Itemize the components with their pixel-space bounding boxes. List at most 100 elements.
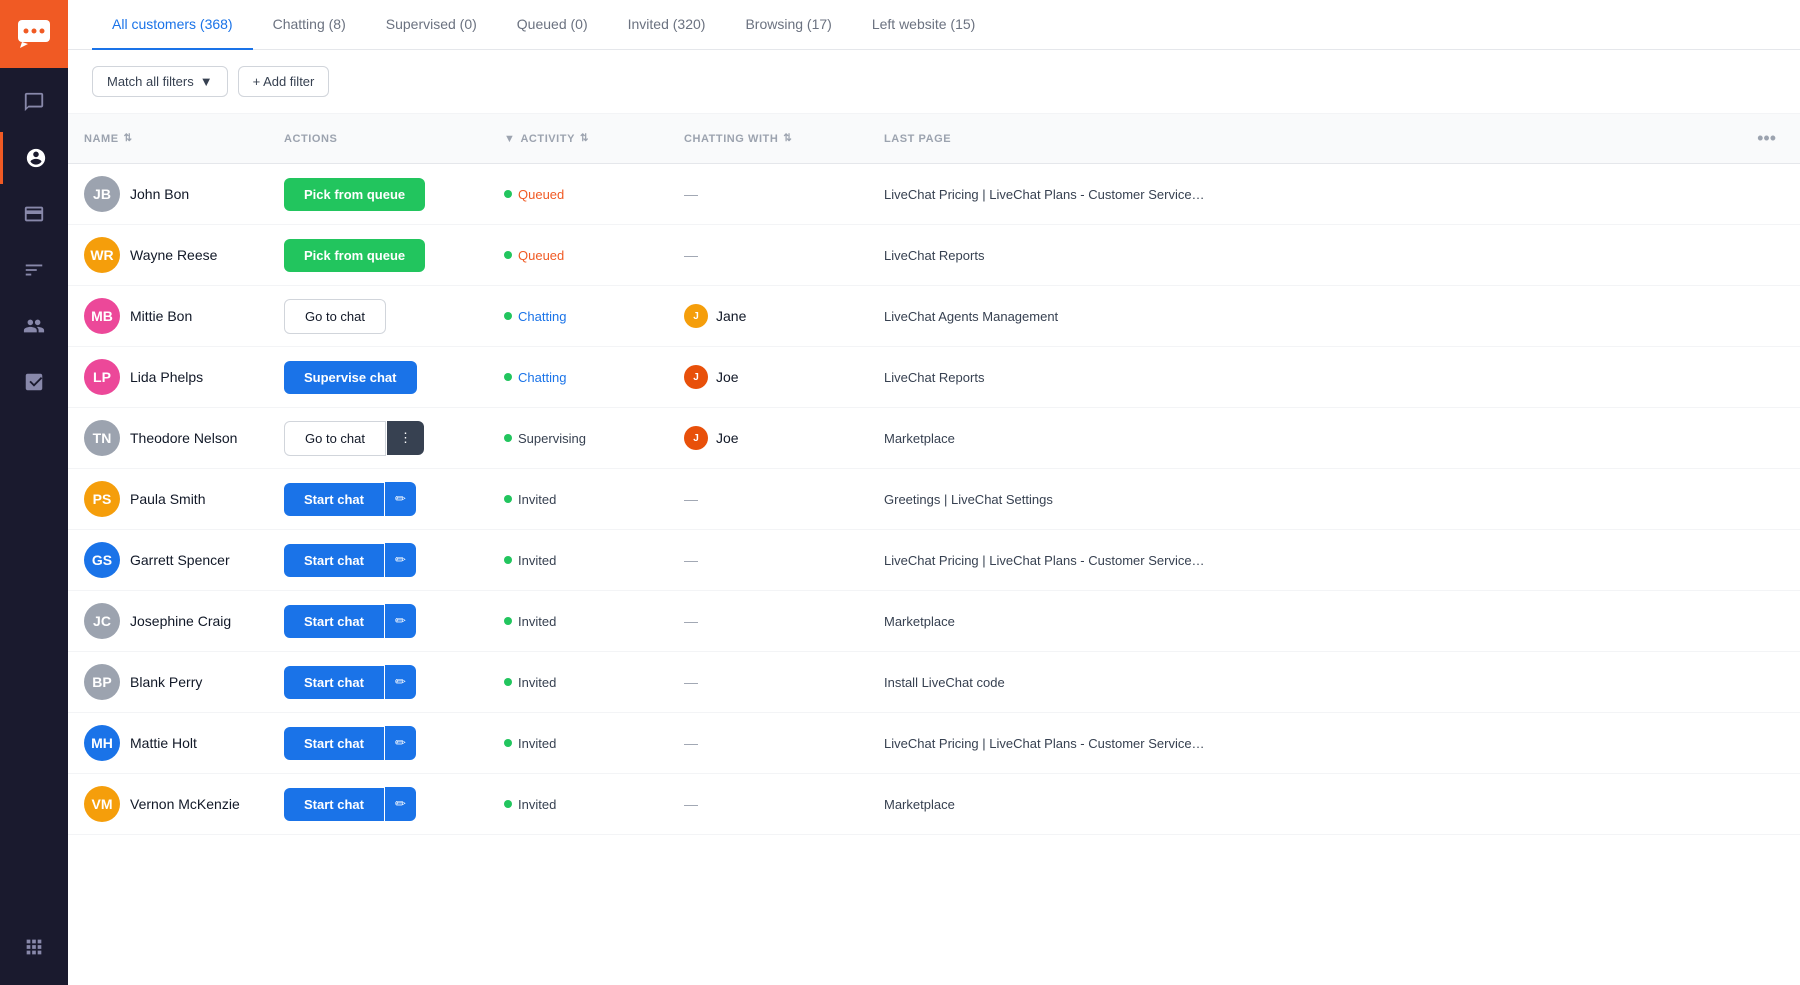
table-row: BP Blank Perry Start chat ✏ Invited —Ins… (68, 652, 1800, 713)
chatting-with-cell: — (668, 774, 868, 835)
name-sort-icon[interactable]: ⇅ (124, 133, 133, 144)
sidebar-item-customers[interactable] (0, 132, 68, 184)
name-cell: PS Paula Smith (68, 469, 268, 530)
tab-invited[interactable]: Invited (320) (608, 0, 726, 50)
row-extra-cell (1733, 286, 1800, 347)
tab-queued[interactable]: Queued (0) (497, 0, 608, 50)
row-extra-cell (1733, 774, 1800, 835)
supervise-chat-button[interactable]: Supervise chat (284, 361, 417, 394)
activity-status: Queued (504, 248, 652, 263)
customers-table-container: NAME ⇅ ACTIONS ▼ ACTIVITY ⇅ (68, 114, 1800, 985)
chatting-with-cell: — (668, 652, 868, 713)
row-extra-cell (1733, 408, 1800, 469)
activity-status: Invited (504, 492, 652, 507)
name-cell: MB Mittie Bon (68, 286, 268, 347)
sidebar-item-tickets[interactable] (0, 188, 68, 240)
sidebar-item-campaigns[interactable] (0, 244, 68, 296)
customer-name[interactable]: Lida Phelps (130, 369, 203, 385)
no-agent: — (684, 735, 698, 751)
start-chat-group: Start chat ✏ (284, 726, 472, 760)
activity-label: Invited (518, 614, 556, 629)
edit-chat-button[interactable]: ✏ (385, 726, 416, 760)
chatting-with-cell: J Joe (668, 408, 868, 469)
activity-cell: Invited (488, 774, 668, 835)
tab-chatting[interactable]: Chatting (8) (253, 0, 366, 50)
last-page-text: LiveChat Pricing | LiveChat Plans - Cust… (884, 553, 1205, 568)
activity-status: Invited (504, 797, 652, 812)
customer-name[interactable]: Theodore Nelson (130, 430, 237, 446)
col-activity: ▼ ACTIVITY ⇅ (488, 114, 668, 164)
table-row: MB Mittie Bon Go to chat Chatting J Jane… (68, 286, 1800, 347)
start-chat-button[interactable]: Start chat (284, 727, 384, 760)
row-extra-cell (1733, 591, 1800, 652)
add-filter-button[interactable]: + Add filter (238, 66, 330, 97)
start-chat-button[interactable]: Start chat (284, 544, 384, 577)
sidebar-logo[interactable] (0, 0, 68, 68)
last-page-text: LiveChat Reports (884, 248, 984, 263)
status-dot (504, 556, 512, 564)
sidebar-nav (0, 68, 68, 408)
chatting-sort-icon[interactable]: ⇅ (783, 133, 792, 144)
customer-name[interactable]: Paula Smith (130, 491, 205, 507)
customer-name[interactable]: Vernon McKenzie (130, 796, 240, 812)
edit-chat-button[interactable]: ✏ (385, 665, 416, 699)
status-dot (504, 495, 512, 503)
activity-label: Invited (518, 736, 556, 751)
activity-status: Invited (504, 553, 652, 568)
start-chat-group: Start chat ✏ (284, 604, 472, 638)
goto-extra-button[interactable]: ⋮ (387, 421, 424, 455)
customers-icon (25, 147, 47, 169)
last-page-text: Greetings | LiveChat Settings (884, 492, 1053, 507)
customer-name[interactable]: John Bon (130, 186, 189, 202)
tab-left[interactable]: Left website (15) (852, 0, 996, 50)
avatar: JB (84, 176, 120, 212)
start-chat-button[interactable]: Start chat (284, 666, 384, 699)
tab-all[interactable]: All customers (368) (92, 0, 253, 50)
more-options-button[interactable]: ••• (1749, 124, 1784, 153)
customer-name[interactable]: Blank Perry (130, 674, 202, 690)
tab-supervised[interactable]: Supervised (0) (366, 0, 497, 50)
customer-name[interactable]: Wayne Reese (130, 247, 217, 263)
activity-label: Invited (518, 492, 556, 507)
sidebar-item-chat[interactable] (0, 76, 68, 128)
tab-browsing[interactable]: Browsing (17) (725, 0, 851, 50)
customer-name[interactable]: Josephine Craig (130, 613, 231, 629)
match-filter-button[interactable]: Match all filters ▼ (92, 66, 228, 97)
agent-name: Jane (716, 308, 746, 324)
livechat-logo-icon (16, 16, 52, 52)
chatting-with-cell: — (668, 225, 868, 286)
table-row: JC Josephine Craig Start chat ✏ Invited … (68, 591, 1800, 652)
row-extra-cell (1733, 347, 1800, 408)
edit-chat-button[interactable]: ✏ (385, 543, 416, 577)
activity-sort-icon2[interactable]: ⇅ (580, 133, 589, 144)
sidebar-item-team[interactable] (0, 300, 68, 352)
last-page-text: LiveChat Pricing | LiveChat Plans - Cust… (884, 187, 1205, 202)
customer-name[interactable]: Mittie Bon (130, 308, 192, 324)
avatar: GS (84, 542, 120, 578)
start-chat-button[interactable]: Start chat (284, 605, 384, 638)
activity-cell: Invited (488, 530, 668, 591)
start-chat-button[interactable]: Start chat (284, 788, 384, 821)
action-cell: Go to chat ⋮ (268, 408, 488, 469)
customer-name[interactable]: Garrett Spencer (130, 552, 230, 568)
edit-chat-button[interactable]: ✏ (385, 482, 416, 516)
chatting-with-cell: J Jane (668, 286, 868, 347)
no-agent: — (684, 247, 698, 263)
row-extra-cell (1733, 713, 1800, 774)
start-chat-button[interactable]: Start chat (284, 483, 384, 516)
sidebar-item-apps[interactable] (23, 921, 45, 973)
edit-chat-button[interactable]: ✏ (385, 787, 416, 821)
row-extra-cell (1733, 225, 1800, 286)
go-to-chat-button[interactable]: Go to chat (284, 421, 386, 456)
table-row: WR Wayne Reese Pick from queue Queued —L… (68, 225, 1800, 286)
go-to-chat-button[interactable]: Go to chat (284, 299, 386, 334)
pick-from-queue-button[interactable]: Pick from queue (284, 239, 425, 272)
sidebar-item-reports[interactable] (0, 356, 68, 408)
action-cell: Start chat ✏ (268, 713, 488, 774)
edit-chat-button[interactable]: ✏ (385, 604, 416, 638)
table-row: GS Garrett Spencer Start chat ✏ Invited … (68, 530, 1800, 591)
chatting-with-cell: — (668, 713, 868, 774)
customers-table: NAME ⇅ ACTIONS ▼ ACTIVITY ⇅ (68, 114, 1800, 835)
pick-from-queue-button[interactable]: Pick from queue (284, 178, 425, 211)
customer-name[interactable]: Mattie Holt (130, 735, 197, 751)
